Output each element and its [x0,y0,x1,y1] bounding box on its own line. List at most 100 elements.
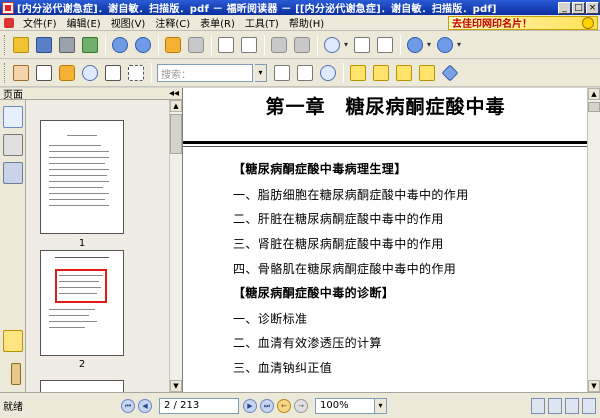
toolbar-grip[interactable] [4,62,7,83]
note-icon [373,64,389,81]
menu-tools[interactable]: 工具(T) [240,15,284,30]
email-icon [82,36,98,53]
zoom-in-dropdown[interactable]: ▾ [457,40,461,49]
back-button[interactable] [162,34,184,56]
print-button[interactable] [56,34,78,56]
comments-tab-icon[interactable] [3,330,23,352]
ad-banner[interactable]: 去佳印网印名片！ [448,15,598,30]
select-text-icon [36,64,52,81]
search-next-button[interactable] [294,62,316,84]
page-up-button[interactable] [109,34,131,56]
page-thumbnail-3[interactable] [40,380,124,392]
title-rule-thin [183,146,587,147]
close-button[interactable]: × [586,1,599,14]
save-button[interactable] [33,34,55,56]
advanced-search-button[interactable] [317,62,339,84]
zoom-in-button[interactable] [434,34,456,56]
fit-page-button[interactable] [351,34,373,56]
next-page-icon[interactable]: ▶ [243,398,257,413]
layers-tab-icon[interactable] [3,162,23,184]
forward-button[interactable] [185,34,207,56]
thumbnail-scrollbar[interactable]: ▲ ▼ [169,100,182,392]
paste-button[interactable] [238,34,260,56]
bookmarks-tab-icon[interactable] [3,134,23,156]
single-page-icon[interactable] [531,397,545,414]
collapse-panel-button[interactable]: ◂◂ [169,88,179,99]
menu-form[interactable]: 表单(R) [195,15,240,30]
menu-view[interactable]: 视图(V) [106,15,151,30]
pen-icon [441,64,459,81]
toolbar-grip[interactable] [4,34,7,55]
stamp-button[interactable] [393,62,415,84]
zoom-tool-dropdown[interactable]: ▾ [344,40,348,49]
search-prev-button[interactable] [271,62,293,84]
arrow-up-icon [112,36,128,53]
facing-icon[interactable] [565,397,579,414]
zoom-out-dropdown[interactable]: ▾ [427,40,431,49]
scroll-down-icon[interactable]: ▼ [588,380,600,392]
page-number-input[interactable]: 2 / 213 [159,397,239,414]
document-scrollbar[interactable]: ▲ ▼ [587,88,600,392]
redo-button[interactable] [291,34,313,56]
scroll-thumb[interactable] [170,114,182,154]
first-page-icon[interactable]: ⏮ [121,398,135,413]
comment-button[interactable] [416,62,438,84]
chapter-title: 第一章 糖尿病酮症酸中毒 [265,96,506,118]
select-arrow-button[interactable] [56,62,78,84]
find-button[interactable] [79,62,101,84]
menu-help[interactable]: 帮助(H) [284,15,329,30]
history-back-icon[interactable]: ← [277,398,291,413]
draw-button[interactable] [439,62,461,84]
search-input[interactable]: 搜索： [157,63,253,82]
title-bar: [内分泌代谢急症]．谢自敏．扫描版．pdf － 福昕阅读器 － [[内分泌代谢急… [0,0,600,15]
zoom-tool-button[interactable] [321,34,343,56]
page-thumbnail-2[interactable] [40,250,124,356]
highlight-button[interactable] [347,62,369,84]
magnifier-icon [324,36,340,53]
fit-width-icon [377,36,394,53]
title-rule [183,141,587,144]
maximize-button[interactable]: □ [572,1,585,14]
search-prev-icon [274,64,290,81]
page-layout-buttons [531,397,596,414]
select-text-button[interactable] [33,62,55,84]
scroll-up-icon[interactable]: ▲ [588,88,600,100]
history-forward-icon[interactable]: → [294,398,308,413]
prev-page-icon[interactable]: ◀ [138,398,152,413]
typewriter-button[interactable] [102,62,124,84]
note-button[interactable] [370,62,392,84]
menu-file[interactable]: 文件(F) [18,15,62,30]
pages-tab-icon[interactable] [3,106,23,128]
fit-width-button[interactable] [374,34,396,56]
page-thumbnail-1[interactable] [40,120,124,234]
document-menu-icon[interactable] [4,17,14,28]
menu-bar: 文件(F) 编辑(E) 视图(V) 注释(C) 表单(R) 工具(T) 帮助(H… [0,15,600,31]
menu-edit[interactable]: 编辑(E) [62,15,106,30]
zoom-dropdown[interactable]: ▾ [375,397,387,414]
toolbar-separator [343,62,344,83]
scroll-down-icon[interactable]: ▼ [170,380,182,392]
scroll-up-icon[interactable]: ▲ [170,100,182,112]
undo-button[interactable] [268,34,290,56]
page-down-button[interactable] [132,34,154,56]
scroll-thumb[interactable] [588,102,600,112]
hand-tool-button[interactable] [10,62,32,84]
pages-panel-header: 页面 ◂◂ [0,88,182,101]
zoom-out-button[interactable] [404,34,426,56]
snapshot-button[interactable] [125,62,147,84]
open-button[interactable] [10,34,32,56]
redo-icon [294,36,310,53]
toc-line: 二、血清有效渗透压的计算 [233,336,382,350]
attachment-tab-icon[interactable] [11,363,21,385]
minimize-button[interactable]: _ [558,1,571,14]
toc-line: 一、诊断标准 [233,312,308,326]
search-dropdown[interactable]: ▾ [255,63,267,82]
document-view[interactable]: 第一章 糖尿病酮症酸中毒 【糖尿病酮症酸中毒病理生理】 一、脂肪细胞在糖尿病酮症… [182,88,587,392]
menu-comment[interactable]: 注释(C) [150,15,195,30]
last-page-icon[interactable]: ⏭ [260,398,274,413]
email-button[interactable] [79,34,101,56]
continuous-icon[interactable] [548,397,562,414]
zoom-level-input[interactable]: 100% [315,397,375,414]
continuous-facing-icon[interactable] [582,397,596,414]
copy-button[interactable] [215,34,237,56]
